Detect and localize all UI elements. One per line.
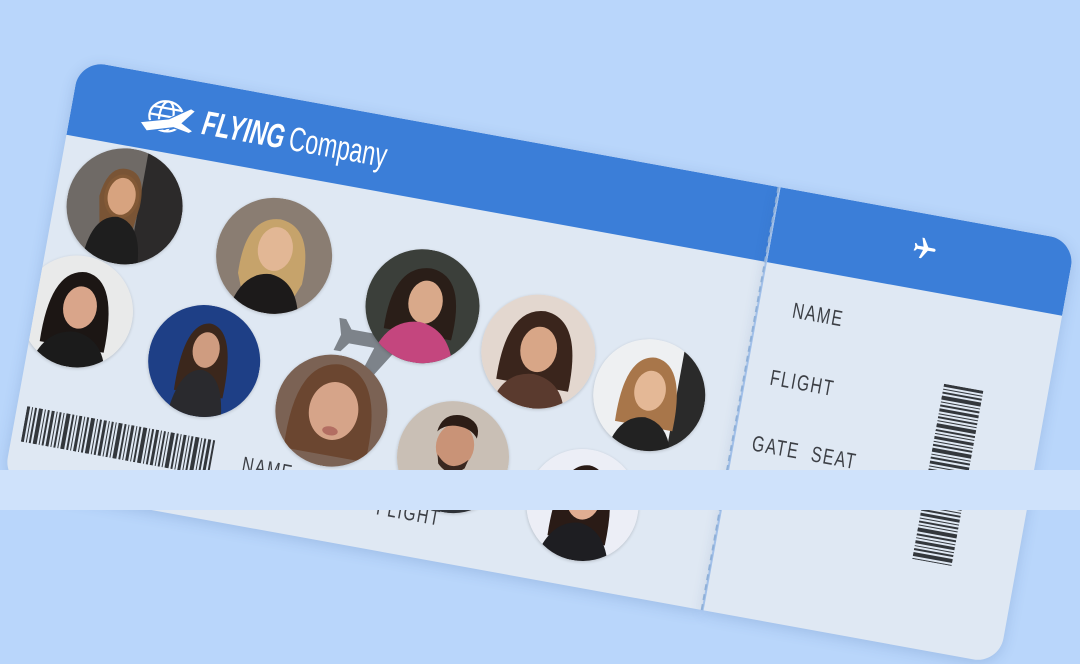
field-label-gate: GATE [750,430,802,464]
passenger-photo [57,138,192,274]
ticket-main-section: FLYING Company NAME FLIGHT [3,60,779,611]
background-card [0,470,1080,510]
airplane-icon [913,237,936,259]
passenger-photo [11,246,143,377]
field-label-name: NAME [790,297,846,332]
passenger-photo [584,330,715,461]
passenger-photo [139,295,270,427]
barcode-icon [20,406,216,476]
passenger-photo [471,285,605,418]
boarding-pass: FLYING Company NAME FLIGHT NAME FLIGHT G… [3,60,1076,664]
passenger-photo [206,188,342,324]
field-label-flight: FLIGHT [768,364,837,401]
